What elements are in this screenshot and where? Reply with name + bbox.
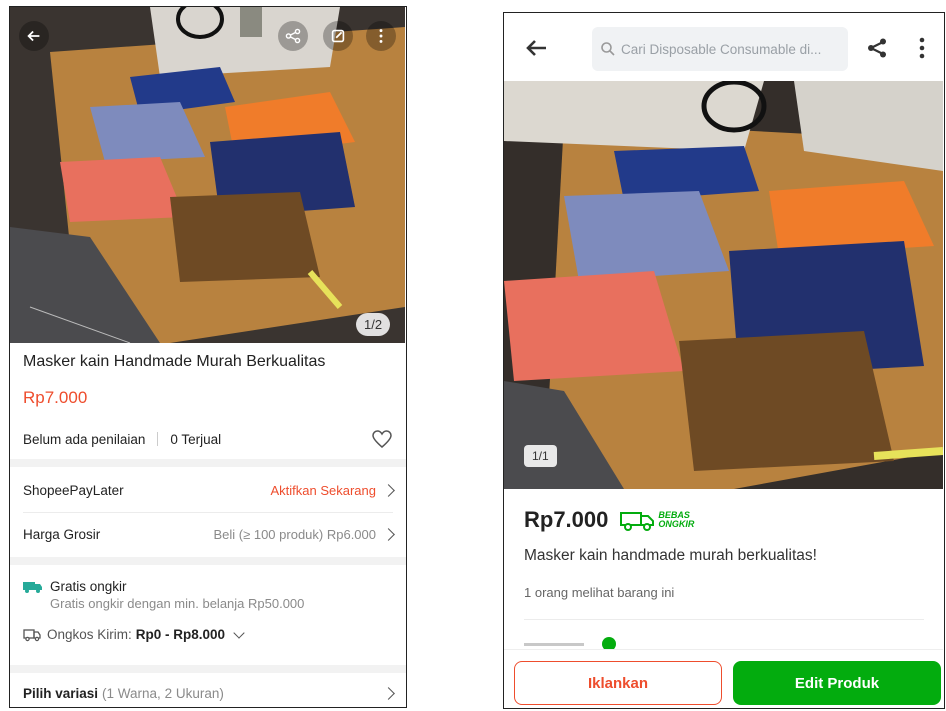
product-price: Rp7.000 xyxy=(23,388,88,407)
paylater-label: ShopeePayLater xyxy=(23,482,124,498)
edit-button[interactable] xyxy=(323,21,353,51)
chevron-right-icon xyxy=(382,686,395,700)
variant-detail: (1 Warna, 2 Ukuran) xyxy=(102,685,224,701)
grosir-label: Harga Grosir xyxy=(23,526,101,542)
product-title: Masker kain Handmade Murah Berkualitas xyxy=(23,353,326,370)
divider xyxy=(524,619,924,620)
grosir-row[interactable]: Harga Grosir Beli (≥ 100 produk) Rp6.000 xyxy=(10,521,406,547)
search-icon xyxy=(601,42,615,56)
variant-row[interactable]: Pilih variasi (1 Warna, 2 Ukuran) xyxy=(10,681,406,705)
free-shipping-badge: BEBAS ONGKIR xyxy=(658,511,694,529)
masks-photo-image xyxy=(10,7,405,343)
sold-count: 0 Terjual xyxy=(170,431,222,447)
product-photo[interactable] xyxy=(504,81,943,489)
chevron-down-icon xyxy=(233,626,245,639)
advertise-button[interactable]: Iklankan xyxy=(514,661,722,705)
rating-text: Belum ada penilaian xyxy=(23,431,146,447)
truck-free-icon xyxy=(23,581,42,593)
edit-product-button[interactable]: Edit Produk xyxy=(733,661,941,705)
back-button[interactable] xyxy=(19,21,49,51)
photo-counter: 1/1 xyxy=(524,445,557,467)
paylater-activate-link[interactable]: Aktifkan Sekarang xyxy=(270,483,376,498)
search-bar[interactable]: Cari Disposable Consumable di... xyxy=(592,27,848,71)
truck-icon xyxy=(23,628,41,641)
search-placeholder: Cari Disposable Consumable di... xyxy=(621,41,822,57)
viewers-count: 1 orang melihat barang ini xyxy=(524,585,675,600)
edit-icon xyxy=(331,29,345,43)
arrow-left-icon[interactable] xyxy=(526,39,548,57)
free-shipping-truck-icon xyxy=(620,512,655,531)
product-title: Masker kain handmade murah berkualitas! xyxy=(524,547,817,564)
variant-label: Pilih variasi xyxy=(23,685,99,701)
heart-icon[interactable] xyxy=(371,429,393,449)
more-vertical-icon xyxy=(379,29,383,43)
product-price: Rp7.000 xyxy=(524,507,609,532)
section-separator xyxy=(10,557,406,565)
paylater-row[interactable]: ShopeePayLater Aktifkan Sekarang xyxy=(10,477,406,503)
free-shipping-title: Gratis ongkir xyxy=(50,579,127,594)
share-icon xyxy=(285,28,301,44)
top-bar: Cari Disposable Consumable di... xyxy=(504,13,943,81)
shipping-cost-value: Rp0 - Rp8.000 xyxy=(135,627,226,642)
divider xyxy=(157,432,159,446)
price-row: Rp7.000 BEBAS ONGKIR xyxy=(524,507,694,533)
badge-bottom: ONGKIR xyxy=(658,519,695,529)
section-separator xyxy=(10,459,406,467)
more-vertical-icon[interactable] xyxy=(918,37,926,59)
arrow-left-icon xyxy=(27,30,40,42)
chevron-right-icon xyxy=(382,527,395,541)
more-button[interactable] xyxy=(366,21,396,51)
chevron-right-icon xyxy=(382,483,395,497)
tokopedia-product-screen: Cari Disposable Consumable di... 1/1 Rp7… xyxy=(503,12,945,709)
partial-row-hint xyxy=(524,635,664,649)
free-shipping-subtitle: Gratis ongkir dengan min. belanja Rp50.0… xyxy=(50,596,305,611)
free-shipping-block: Gratis ongkir Gratis ongkir dengan min. … xyxy=(23,579,393,611)
shipping-cost-row[interactable]: Ongkos Kirim: Rp0 - Rp8.000 xyxy=(23,626,245,642)
bottom-action-bar: Iklankan Edit Produk xyxy=(504,649,943,708)
product-photo[interactable] xyxy=(10,7,405,343)
divider xyxy=(23,512,393,513)
share-icon[interactable] xyxy=(866,37,888,59)
rating-row: Belum ada penilaian 0 Terjual xyxy=(10,427,406,451)
shopee-product-screen: 1/2 Masker kain Handmade Murah Berkualit… xyxy=(9,6,407,708)
section-separator xyxy=(10,665,406,673)
masks-photo-image xyxy=(504,81,943,489)
share-button[interactable] xyxy=(278,21,308,51)
shipping-cost-label: Ongkos Kirim: xyxy=(47,627,132,642)
grosir-value: Beli (≥ 100 produk) Rp6.000 xyxy=(213,526,376,542)
photo-counter: 1/2 xyxy=(356,313,391,336)
